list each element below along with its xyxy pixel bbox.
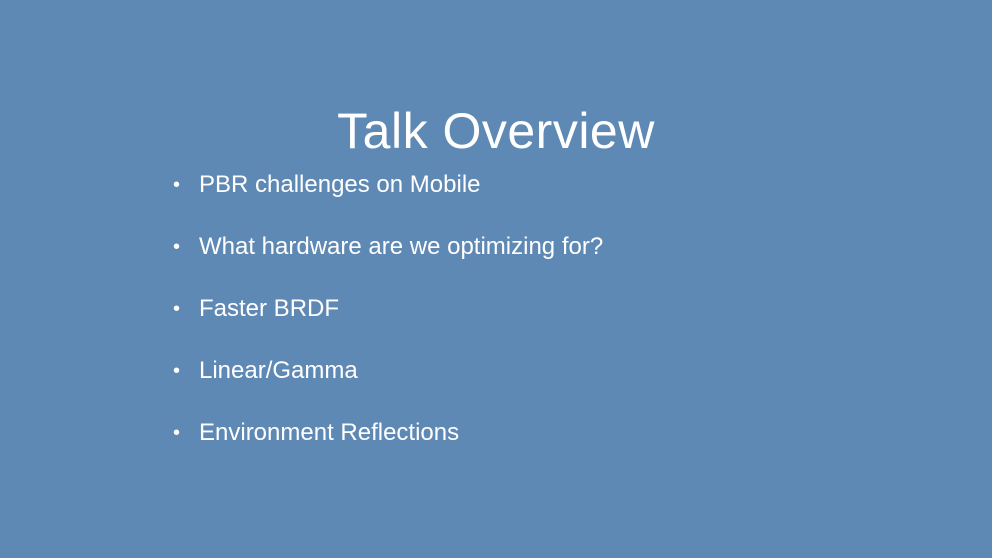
bullet-text: Faster BRDF	[199, 295, 340, 322]
bullet-dot-icon: •	[173, 422, 181, 444]
bullet-text: What hardware are we optimizing for?	[199, 233, 604, 260]
bullet-dot-icon: •	[173, 174, 181, 196]
bullet-dot-icon: •	[173, 298, 181, 320]
bullet-text: PBR challenges on Mobile	[199, 171, 481, 198]
bullet-text: Linear/Gamma	[199, 357, 358, 384]
bullet-text: Environment Reflections	[199, 419, 460, 446]
slide: Talk Overview • PBR challenges on Mobile…	[0, 0, 992, 558]
bullet-dot-icon: •	[173, 236, 181, 258]
slide-title: Talk Overview	[337, 103, 655, 159]
bullet-dot-icon: •	[173, 360, 181, 382]
